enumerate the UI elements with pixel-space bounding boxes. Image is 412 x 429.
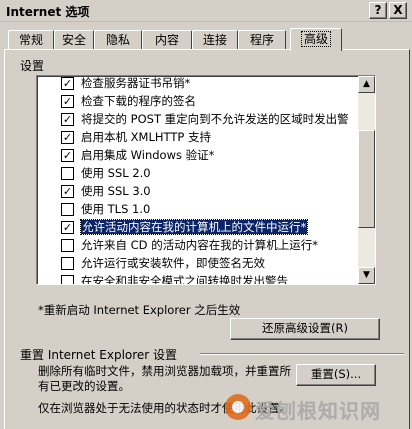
settings-item-label: 使用 TLS 1.0 [81,202,151,216]
checkbox[interactable]: ✓ [61,149,74,162]
settings-list-item[interactable]: ✓ 将提交的 POST 重定向到不允许发送的区域时发出警 [37,110,359,128]
tab-label: 程序 [249,33,274,47]
settings-item-label: 允许活动内容在我的计算机上的文件中运行* [79,219,309,235]
checkbox[interactable] [61,257,74,270]
settings-item-label: 将提交的 POST 重定向到不允许发送的区域时发出警 [81,112,349,126]
checkbox[interactable]: ✓ [61,131,74,144]
settings-item-label: 检查服务器证书吊销* [81,76,191,90]
tab-security[interactable]: 安全 [54,30,94,50]
settings-list-item[interactable]: ✓ 检查下载的程序的签名 [37,92,359,110]
watermark-logo-icon [225,394,251,420]
settings-list-item[interactable]: ✓ 允许活动内容在我的计算机上的文件中运行* [37,218,359,236]
settings-list-item[interactable]: ✓ 启用集成 Windows 验证* [37,146,359,164]
settings-item-label: 在安全和非安全模式之间转换时发出警告 [81,274,288,285]
close-button[interactable]: X [389,2,407,19]
tab-label: 安全 [61,33,86,47]
settings-item-label: 使用 SSL 3.0 [81,184,151,198]
tab-connections[interactable]: 连接 [192,30,238,50]
help-button[interactable]: ? [369,2,387,19]
scroll-up-button[interactable]: ▲ [358,76,375,93]
settings-list-item[interactable]: ✓ 检查服务器证书吊销* [37,76,359,92]
scroll-down-button[interactable]: ▼ [358,267,375,284]
reset-description: 删除所有临时文件，禁用浏览器加载项，并重置所有已更改的设置。 [38,364,291,393]
settings-label: 设置 [20,59,45,73]
checkbox[interactable] [61,275,74,284]
tab-label: 常规 [18,33,43,47]
settings-list-item[interactable]: ✓ 启用本机 XMLHTTP 支持 [37,128,359,146]
tab-label: 隐私 [105,33,130,47]
settings-item-label: 检查下载的程序的签名 [81,94,196,108]
settings-item-label: 启用集成 Windows 验证* [81,148,215,162]
settings-list-item[interactable]: 使用 SSL 2.0 [37,164,359,182]
checkbox[interactable] [61,167,74,180]
checkbox[interactable] [61,203,74,216]
settings-scrollbar[interactable]: ▲ ▼ [358,76,375,284]
settings-list-item[interactable]: 在安全和非安全模式之间转换时发出警告 [37,272,359,285]
tab-programs[interactable]: 程序 [238,30,286,50]
settings-list-item[interactable]: ✓ 使用 SSL 3.0 [37,182,359,200]
settings-list-item[interactable]: 允许运行或安装软件，即使签名无效 [37,254,359,272]
settings-item-label: 启用本机 XMLHTTP 支持 [81,130,211,144]
checkbox[interactable]: ✓ [61,113,74,126]
tab-label: 连接 [202,33,227,47]
watermark-text: 爱刨根知识网 [255,399,381,423]
tab-privacy[interactable]: 隐私 [94,30,142,50]
settings-list-item[interactable]: 使用 TLS 1.0 [37,200,359,218]
checkbox[interactable]: ✓ [61,77,74,90]
watermark: 爱刨根知识网 [225,392,405,423]
title-bar: Internet 选项 ? X [0,0,412,22]
settings-list[interactable]: ✓ 检查服务器证书吊销* ✓ 检查下载的程序的签名 ✓ 将提交的 POST 重定向到不允许… [36,75,376,285]
settings-item-label: 允许来自 CD 的活动内容在我的计算机上运行* [81,238,318,252]
settings-item-label: 允许运行或安装软件，即使签名无效 [81,256,265,270]
restart-note: *重新启动 Internet Explorer 之后生效 [38,303,241,317]
tab-content[interactable]: 内容 [142,30,192,50]
settings-item-label: 使用 SSL 2.0 [81,166,151,180]
checkbox[interactable]: ✓ [61,221,74,234]
tab-label: 内容 [154,33,179,47]
window-title: Internet 选项 [6,5,90,19]
tab-general[interactable]: 常规 [8,30,54,50]
group-divider [200,353,404,355]
reset-button[interactable]: 重置(S)... [296,364,376,386]
settings-list-items: ✓ 检查服务器证书吊销* ✓ 检查下载的程序的签名 ✓ 将提交的 POST 重定向到不允许… [37,76,359,285]
tab-strip: 常规 安全 隐私 内容 连接 程序 高级 [4,28,408,51]
reset-group-title: 重置 Internet Explorer 设置 [20,348,178,362]
checkbox[interactable] [61,239,74,252]
checkbox[interactable]: ✓ [61,95,74,108]
settings-list-item[interactable]: 允许来自 CD 的活动内容在我的计算机上运行* [37,236,359,254]
restore-advanced-button[interactable]: 还原高级设置(R) [230,318,380,340]
checkbox[interactable]: ✓ [61,185,74,198]
scroll-thumb[interactable] [358,130,375,228]
tab-label: 高级 [300,31,332,47]
tab-advanced[interactable]: 高级 [290,28,342,51]
